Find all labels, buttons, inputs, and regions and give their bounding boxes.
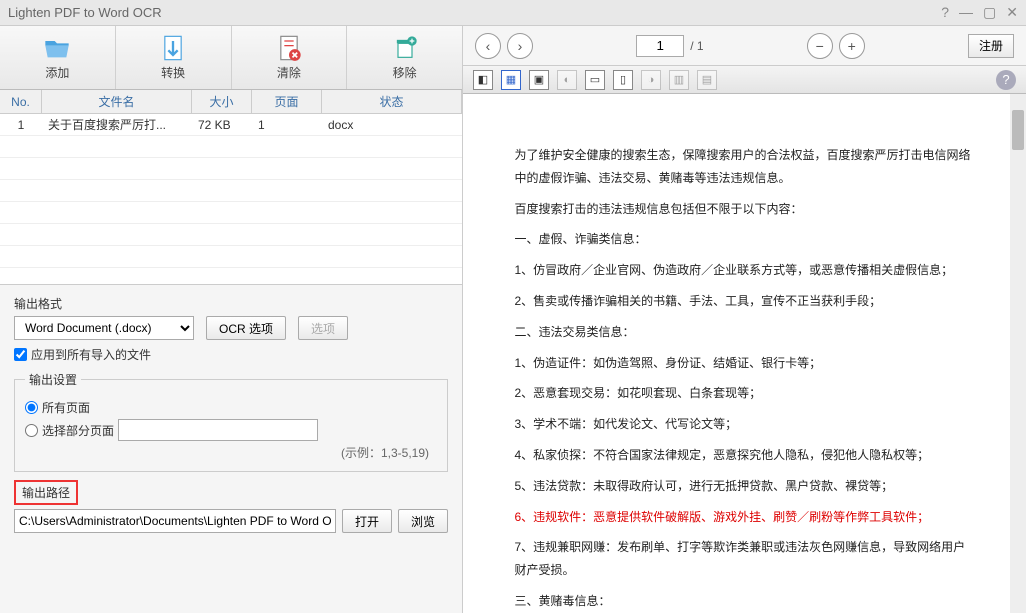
table-row <box>0 224 462 246</box>
clear-label: 清除 <box>277 64 301 81</box>
remove-button[interactable]: 移除 <box>347 26 462 89</box>
minimize-icon[interactable]: — <box>959 4 973 21</box>
add-button[interactable]: 添加 <box>0 26 116 89</box>
next-page-button[interactable]: › <box>507 33 533 59</box>
cell-name: 关于百度搜索严厉打... <box>42 116 192 133</box>
th-page[interactable]: 页面 <box>252 90 322 113</box>
file-clear-icon <box>275 34 303 62</box>
file-convert-icon <box>159 34 187 62</box>
document-page: 为了维护安全健康的搜索生态，保障搜索用户的合法权益，百度搜索严厉打击电信网络中的… <box>495 114 995 613</box>
trash-icon <box>391 34 419 62</box>
scrollbar-thumb[interactable] <box>1012 110 1024 150</box>
th-name[interactable]: 文件名 <box>42 90 192 113</box>
ocr-options-button[interactable]: OCR 选项 <box>206 316 286 340</box>
table-row <box>0 180 462 202</box>
view-mode-7-icon[interactable]: ◑ <box>641 70 661 90</box>
help-icon[interactable]: ? <box>941 4 949 21</box>
table-row <box>0 246 462 268</box>
view-mode-3-icon[interactable]: ▣ <box>529 70 549 90</box>
doc-line: 2、恶意套现交易：如花呗套现、白条套现等； <box>515 382 975 405</box>
doc-line: 5、违法贷款：未取得政府认可，进行无抵押贷款、黑户贷款、裸贷等； <box>515 475 975 498</box>
partial-pages-radio[interactable] <box>25 424 38 437</box>
doc-line: 一、虚假、诈骗类信息： <box>515 228 975 251</box>
doc-line: 2、售卖或传播诈骗相关的书籍、手法、工具，宣传不正当获利手段； <box>515 290 975 313</box>
vertical-scrollbar[interactable] <box>1010 94 1026 613</box>
doc-line: 4、私家侦探：不符合国家法律规定，恶意探究他人隐私，侵犯他人隐私权等； <box>515 444 975 467</box>
clear-button[interactable]: 清除 <box>232 26 348 89</box>
doc-line: 为了维护安全健康的搜索生态，保障搜索用户的合法权益，百度搜索严厉打击电信网络中的… <box>515 144 975 190</box>
format-select[interactable]: Word Document (.docx) <box>14 316 194 340</box>
convert-button[interactable]: 转换 <box>116 26 232 89</box>
output-settings-label: 输出设置 <box>25 371 81 388</box>
cell-page: 1 <box>252 118 322 132</box>
apply-all-label: 应用到所有导入的文件 <box>31 346 151 363</box>
table-row <box>0 202 462 224</box>
cell-size: 72 KB <box>192 118 252 132</box>
register-button[interactable]: 注册 <box>968 34 1014 58</box>
th-status[interactable]: 状态 <box>322 90 462 113</box>
partial-pages-input[interactable] <box>118 419 318 441</box>
close-icon[interactable]: ✕ <box>1006 4 1018 21</box>
output-path-label: 输出路径 <box>14 480 78 505</box>
apply-all-checkbox[interactable] <box>14 348 27 361</box>
window-title: Lighten PDF to Word OCR <box>8 5 941 20</box>
all-pages-label: 所有页面 <box>42 399 90 416</box>
all-pages-radio[interactable] <box>25 401 38 414</box>
cell-status: docx <box>322 118 462 132</box>
th-no[interactable]: No. <box>0 90 42 113</box>
view-mode-5-icon[interactable]: ▭ <box>585 70 605 90</box>
preview-area[interactable]: 为了维护安全健康的搜索生态，保障搜索用户的合法权益，百度搜索严厉打击电信网络中的… <box>463 94 1026 613</box>
doc-line: 1、仿冒政府／企业官网、伪造政府／企业联系方式等，或恶意传播相关虚假信息； <box>515 259 975 282</box>
table-row <box>0 158 462 180</box>
view-toolbar: ◧ ▦ ▣ ◐ ▭ ▯ ◑ ▥ ▤ ? <box>463 66 1026 94</box>
settings-area: 输出格式 Word Document (.docx) OCR 选项 选项 应用到… <box>0 284 462 613</box>
doc-line: 3、学术不端：如代发论文、代写论文等； <box>515 413 975 436</box>
view-mode-9-icon[interactable]: ▤ <box>697 70 717 90</box>
maximize-icon[interactable]: ▢ <box>983 4 996 21</box>
view-mode-2-icon[interactable]: ▦ <box>501 70 521 90</box>
table-header: No. 文件名 大小 页面 状态 <box>0 90 462 114</box>
doc-line: 百度搜索打击的违法违规信息包括但不限于以下内容： <box>515 198 975 221</box>
main-toolbar: 添加 转换 清除 移除 <box>0 26 462 90</box>
cell-no: 1 <box>0 118 42 132</box>
format-group-label: 输出格式 <box>14 295 448 312</box>
doc-line: 三、黄赌毒信息： <box>515 590 975 613</box>
view-mode-8-icon[interactable]: ▥ <box>669 70 689 90</box>
pages-example: (示例：1,3-5,19) <box>25 444 437 461</box>
table-row <box>0 136 462 158</box>
page-total-label: / 1 <box>690 39 703 53</box>
browse-button[interactable]: 浏览 <box>398 509 448 533</box>
partial-pages-label: 选择部分页面 <box>42 422 114 439</box>
table-body: 1 关于百度搜索严厉打... 72 KB 1 docx <box>0 114 462 284</box>
output-settings-group: 输出设置 所有页面 选择部分页面 (示例：1,3-5,19) <box>14 371 448 472</box>
folder-open-icon <box>43 34 71 62</box>
right-panel: ‹ › / 1 − + 注册 ◧ ▦ ▣ ◐ ▭ ▯ ◑ ▥ ▤ ? <box>463 26 1026 613</box>
zoom-in-button[interactable]: + <box>839 33 865 59</box>
preview-toolbar: ‹ › / 1 − + 注册 <box>463 26 1026 66</box>
add-label: 添加 <box>45 64 69 81</box>
doc-line-highlight: 6、违规软件：恶意提供软件破解版、游戏外挂、刷赞／刷粉等作弊工具软件； <box>515 506 975 529</box>
remove-label: 移除 <box>393 64 417 81</box>
options-button[interactable]: 选项 <box>298 316 348 340</box>
titlebar: Lighten PDF to Word OCR ? — ▢ ✕ <box>0 0 1026 26</box>
doc-line: 二、违法交易类信息： <box>515 321 975 344</box>
view-mode-6-icon[interactable]: ▯ <box>613 70 633 90</box>
left-panel: 添加 转换 清除 移除 No. 文件名 大小 页面 状态 1 <box>0 26 463 613</box>
zoom-out-button[interactable]: − <box>807 33 833 59</box>
doc-line: 1、伪造证件：如伪造驾照、身份证、结婚证、银行卡等； <box>515 352 975 375</box>
doc-line: 7、违规兼职网赚：发布刷单、打字等欺诈类兼职或违法灰色网赚信息，导致网络用户财产… <box>515 536 975 582</box>
th-size[interactable]: 大小 <box>192 90 252 113</box>
view-mode-4-icon[interactable]: ◐ <box>557 70 577 90</box>
convert-label: 转换 <box>161 64 185 81</box>
table-row[interactable]: 1 关于百度搜索严厉打... 72 KB 1 docx <box>0 114 462 136</box>
prev-page-button[interactable]: ‹ <box>475 33 501 59</box>
page-number-input[interactable] <box>636 35 684 57</box>
output-path-input[interactable] <box>14 509 336 533</box>
help-circle-icon[interactable]: ? <box>996 70 1016 90</box>
open-button[interactable]: 打开 <box>342 509 392 533</box>
view-mode-1-icon[interactable]: ◧ <box>473 70 493 90</box>
